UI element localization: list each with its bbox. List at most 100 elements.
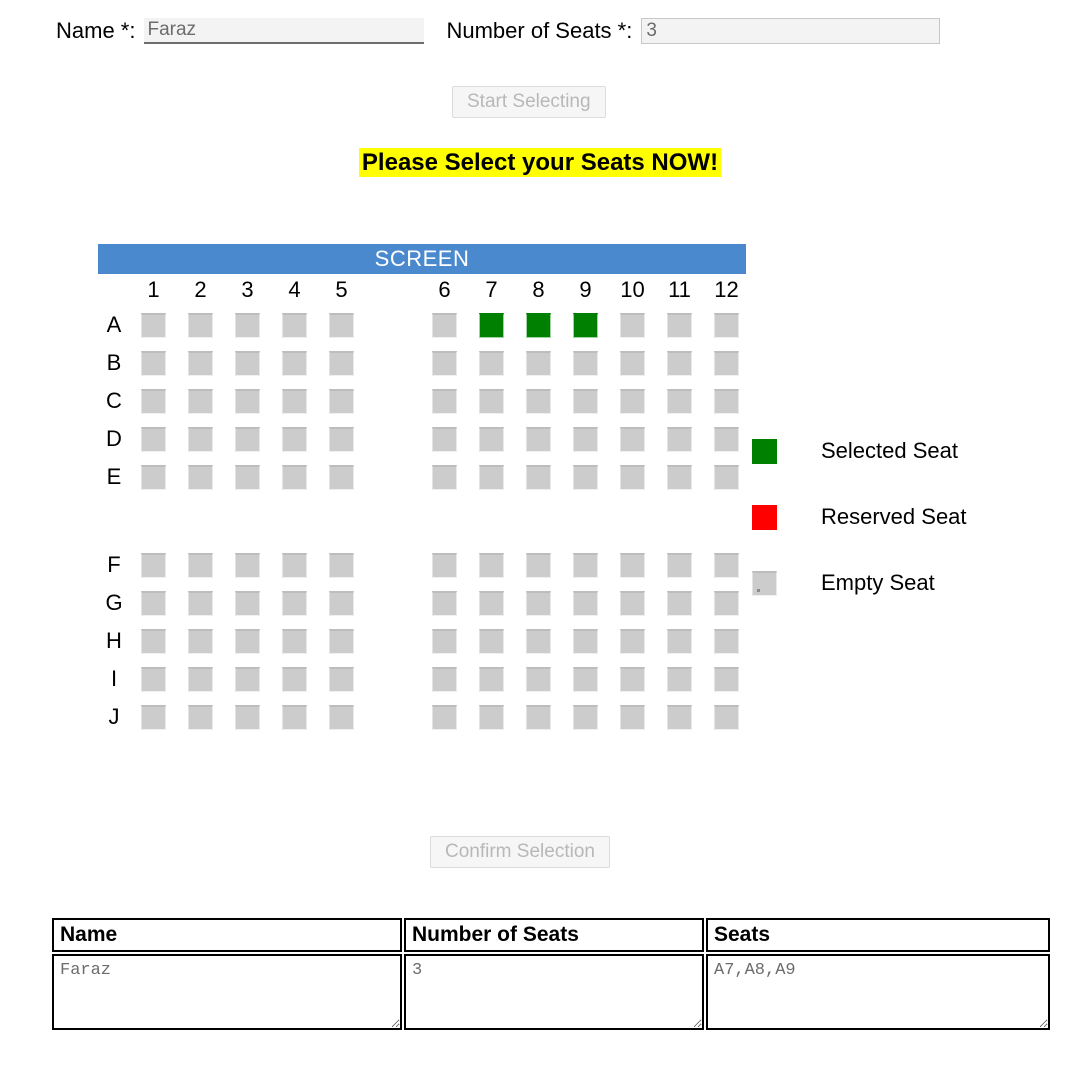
seat-G11[interactable] (667, 590, 692, 616)
seat-A1[interactable] (141, 312, 166, 338)
seat-E6[interactable] (432, 464, 457, 490)
seat-B7[interactable] (479, 350, 504, 376)
seat-I7[interactable] (479, 666, 504, 692)
seat-F2[interactable] (188, 552, 213, 578)
seat-F9[interactable] (573, 552, 598, 578)
seat-I9[interactable] (573, 666, 598, 692)
seat-H3[interactable] (235, 628, 260, 654)
seat-C5[interactable] (329, 388, 354, 414)
seat-D8[interactable] (526, 426, 551, 452)
seat-G5[interactable] (329, 590, 354, 616)
seat-B9[interactable] (573, 350, 598, 376)
seat-B4[interactable] (282, 350, 307, 376)
name-input[interactable] (144, 18, 425, 44)
seat-C10[interactable] (620, 388, 645, 414)
seat-J2[interactable] (188, 704, 213, 730)
seat-D12[interactable] (714, 426, 739, 452)
seat-H10[interactable] (620, 628, 645, 654)
seat-G12[interactable] (714, 590, 739, 616)
seat-C2[interactable] (188, 388, 213, 414)
seat-A8[interactable] (526, 312, 551, 338)
seat-E3[interactable] (235, 464, 260, 490)
seat-H5[interactable] (329, 628, 354, 654)
seat-J4[interactable] (282, 704, 307, 730)
seat-F3[interactable] (235, 552, 260, 578)
seat-H11[interactable] (667, 628, 692, 654)
seat-C4[interactable] (282, 388, 307, 414)
seat-C8[interactable] (526, 388, 551, 414)
seat-I4[interactable] (282, 666, 307, 692)
seat-C12[interactable] (714, 388, 739, 414)
seat-J6[interactable] (432, 704, 457, 730)
seat-D9[interactable] (573, 426, 598, 452)
seat-E12[interactable] (714, 464, 739, 490)
seat-F12[interactable] (714, 552, 739, 578)
seat-F10[interactable] (620, 552, 645, 578)
seat-D5[interactable] (329, 426, 354, 452)
seat-B2[interactable] (188, 350, 213, 376)
seat-C3[interactable] (235, 388, 260, 414)
number-of-seats-input[interactable] (641, 18, 941, 44)
seat-F8[interactable] (526, 552, 551, 578)
seat-F7[interactable] (479, 552, 504, 578)
seat-J1[interactable] (141, 704, 166, 730)
seat-I5[interactable] (329, 666, 354, 692)
seat-E1[interactable] (141, 464, 166, 490)
seat-G7[interactable] (479, 590, 504, 616)
seat-H9[interactable] (573, 628, 598, 654)
seat-E7[interactable] (479, 464, 504, 490)
seat-D3[interactable] (235, 426, 260, 452)
seat-D10[interactable] (620, 426, 645, 452)
booking-number-of-seats-textarea[interactable] (406, 956, 702, 1028)
seat-H7[interactable] (479, 628, 504, 654)
seat-F5[interactable] (329, 552, 354, 578)
seat-D1[interactable] (141, 426, 166, 452)
seat-A4[interactable] (282, 312, 307, 338)
seat-B11[interactable] (667, 350, 692, 376)
seat-H1[interactable] (141, 628, 166, 654)
seat-J8[interactable] (526, 704, 551, 730)
seat-B10[interactable] (620, 350, 645, 376)
seat-G10[interactable] (620, 590, 645, 616)
seat-B5[interactable] (329, 350, 354, 376)
seat-J3[interactable] (235, 704, 260, 730)
seat-G1[interactable] (141, 590, 166, 616)
seat-G4[interactable] (282, 590, 307, 616)
seat-B8[interactable] (526, 350, 551, 376)
seat-F1[interactable] (141, 552, 166, 578)
seat-D2[interactable] (188, 426, 213, 452)
seat-J7[interactable] (479, 704, 504, 730)
seat-I8[interactable] (526, 666, 551, 692)
seat-G3[interactable] (235, 590, 260, 616)
start-selecting-button[interactable]: Start Selecting (452, 86, 606, 118)
seat-E9[interactable] (573, 464, 598, 490)
seat-A6[interactable] (432, 312, 457, 338)
seat-J5[interactable] (329, 704, 354, 730)
seat-E5[interactable] (329, 464, 354, 490)
seat-I6[interactable] (432, 666, 457, 692)
seat-A10[interactable] (620, 312, 645, 338)
seat-G9[interactable] (573, 590, 598, 616)
booking-seats-textarea[interactable] (708, 956, 1048, 1028)
seat-I2[interactable] (188, 666, 213, 692)
seat-A3[interactable] (235, 312, 260, 338)
seat-A7[interactable] (479, 312, 504, 338)
seat-E11[interactable] (667, 464, 692, 490)
seat-B3[interactable] (235, 350, 260, 376)
seat-A12[interactable] (714, 312, 739, 338)
seat-E4[interactable] (282, 464, 307, 490)
seat-J10[interactable] (620, 704, 645, 730)
seat-I12[interactable] (714, 666, 739, 692)
booking-name-textarea[interactable] (54, 956, 400, 1028)
seat-E2[interactable] (188, 464, 213, 490)
seat-G8[interactable] (526, 590, 551, 616)
confirm-selection-button[interactable]: Confirm Selection (430, 836, 610, 868)
seat-H4[interactable] (282, 628, 307, 654)
seat-F11[interactable] (667, 552, 692, 578)
seat-C11[interactable] (667, 388, 692, 414)
seat-H8[interactable] (526, 628, 551, 654)
seat-C7[interactable] (479, 388, 504, 414)
seat-C1[interactable] (141, 388, 166, 414)
seat-B12[interactable] (714, 350, 739, 376)
seat-F4[interactable] (282, 552, 307, 578)
